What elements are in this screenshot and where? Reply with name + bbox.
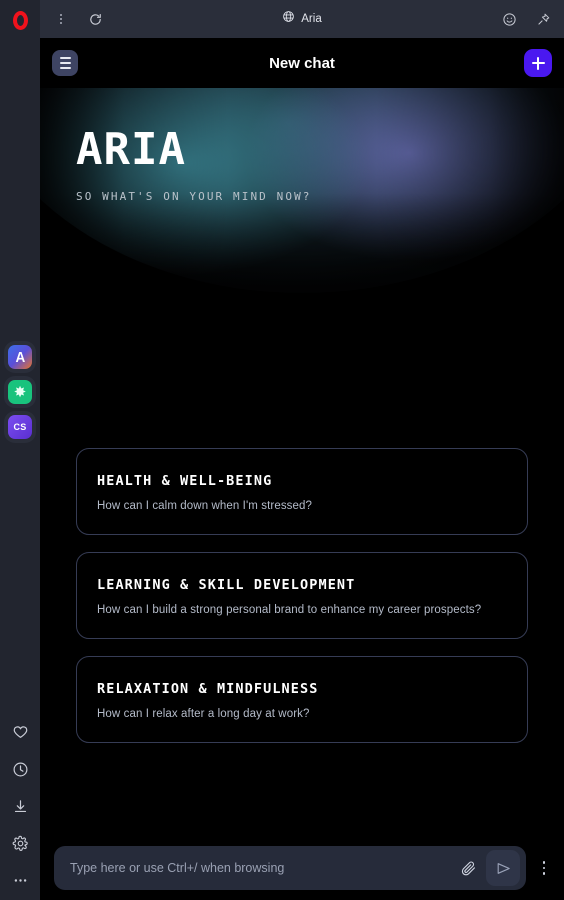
composer-input-wrapper[interactable] bbox=[54, 846, 526, 890]
reload-button[interactable] bbox=[84, 8, 106, 30]
aria-content: ARIA SO WHAT'S ON YOUR MIND NOW? HEALTH … bbox=[40, 88, 564, 836]
opera-o-icon bbox=[12, 10, 28, 30]
suggestion-title: RELAXATION & MINDFULNESS bbox=[97, 681, 319, 697]
sidebar-app-cs[interactable]: CS bbox=[8, 415, 32, 439]
vertical-dots-icon bbox=[60, 14, 62, 24]
download-icon[interactable] bbox=[8, 794, 32, 818]
suggestion-card[interactable]: HEALTH & WELL-BEING How can I calm down … bbox=[76, 448, 528, 535]
browser-window: A ✸ CS Aria New chat ARIA SO WHAT'S ON Y… bbox=[0, 0, 564, 900]
suggestion-prompt: How can I calm down when I'm stressed? bbox=[97, 500, 312, 512]
heart-icon[interactable] bbox=[8, 720, 32, 744]
horizontal-dots-icon[interactable] bbox=[8, 868, 32, 892]
chat-title: New chat bbox=[269, 54, 335, 72]
aria-app-glyph: A bbox=[15, 348, 25, 366]
paperclip-icon[interactable] bbox=[454, 854, 482, 882]
suggestion-prompt: How can I relax after a long day at work… bbox=[97, 708, 310, 720]
gear-icon[interactable] bbox=[8, 831, 32, 855]
new-chat-button[interactable] bbox=[524, 49, 552, 77]
sidebar-app-chatgpt[interactable]: ✸ bbox=[8, 380, 32, 404]
hero-text-group: ARIA SO WHAT'S ON YOUR MIND NOW? bbox=[76, 124, 312, 204]
panel-page-title-group: Aria bbox=[40, 0, 564, 38]
toolbar-left-group bbox=[50, 8, 106, 30]
browser-sidebar: A ✸ CS bbox=[0, 0, 40, 900]
globe-icon bbox=[282, 10, 295, 28]
suggestion-title: LEARNING & SKILL DEVELOPMENT bbox=[97, 577, 356, 593]
hero-subtitle: SO WHAT'S ON YOUR MIND NOW? bbox=[76, 190, 312, 203]
cs-app-glyph: CS bbox=[13, 422, 27, 432]
chat-input[interactable] bbox=[70, 861, 450, 875]
suggestion-prompt: How can I build a strong personal brand … bbox=[97, 604, 482, 616]
hero-title: ARIA bbox=[76, 124, 186, 175]
panel-toolbar: Aria bbox=[40, 0, 564, 38]
clock-icon[interactable] bbox=[8, 757, 32, 781]
panel-menu-button[interactable] bbox=[50, 8, 72, 30]
hamburger-icon[interactable] bbox=[52, 50, 78, 76]
opera-logo[interactable] bbox=[0, 0, 40, 40]
aria-header: New chat bbox=[40, 38, 564, 88]
smiley-icon[interactable] bbox=[498, 8, 520, 30]
suggestion-card[interactable]: LEARNING & SKILL DEVELOPMENT How can I b… bbox=[76, 552, 528, 639]
composer-more-button[interactable] bbox=[534, 850, 554, 886]
chatgpt-app-glyph: ✸ bbox=[13, 383, 27, 401]
aria-panel: Aria New chat ARIA SO WHAT'S ON YOUR MIN… bbox=[40, 0, 564, 900]
suggestion-title: HEALTH & WELL-BEING bbox=[97, 473, 273, 489]
suggestion-list: HEALTH & WELL-BEING How can I calm down … bbox=[76, 448, 528, 743]
composer-bar bbox=[40, 836, 564, 900]
sidebar-tools bbox=[0, 720, 40, 892]
sidebar-app-list: A ✸ CS bbox=[8, 345, 32, 439]
pin-icon[interactable] bbox=[532, 8, 554, 30]
sidebar-app-aria[interactable]: A bbox=[8, 345, 32, 369]
send-button[interactable] bbox=[486, 850, 520, 886]
toolbar-right-group bbox=[498, 8, 554, 30]
panel-page-title: Aria bbox=[301, 13, 322, 25]
suggestion-card[interactable]: RELAXATION & MINDFULNESS How can I relax… bbox=[76, 656, 528, 743]
